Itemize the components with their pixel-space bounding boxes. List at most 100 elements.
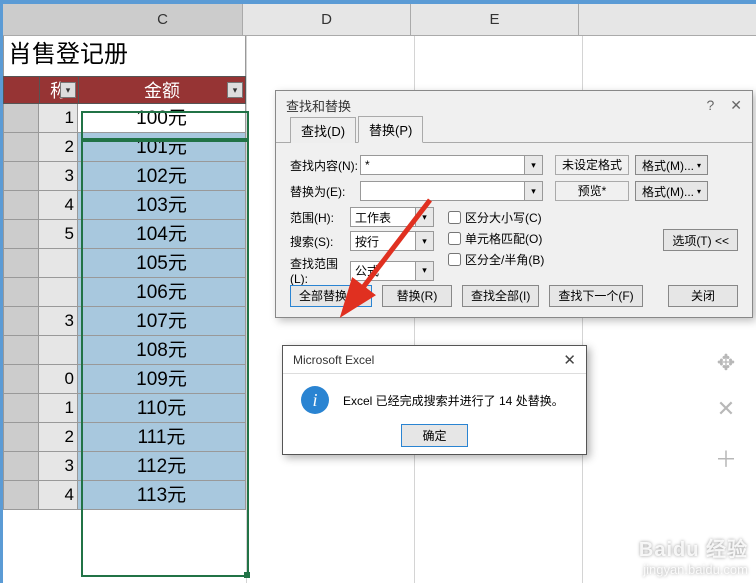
dialog-titlebar[interactable]: 查找和替换 ? ✕ bbox=[276, 91, 752, 119]
row-number[interactable] bbox=[3, 307, 39, 336]
ok-button[interactable]: 确定 bbox=[401, 424, 467, 447]
amount-cell[interactable]: 110元 bbox=[78, 394, 246, 423]
row-number[interactable] bbox=[3, 423, 39, 452]
msgbox-titlebar[interactable]: Microsoft Excel ✕ bbox=[283, 346, 586, 374]
row-number[interactable] bbox=[3, 336, 39, 365]
row-label-cell[interactable]: 2 bbox=[39, 423, 78, 452]
search-select[interactable] bbox=[350, 231, 416, 251]
dropdown-icon[interactable]: ▾ bbox=[416, 231, 434, 251]
table-row: 3107元 bbox=[3, 307, 246, 336]
row-label-cell[interactable]: 4 bbox=[39, 191, 78, 220]
replace-with-input[interactable] bbox=[360, 181, 525, 201]
amount-cell[interactable]: 107元 bbox=[78, 307, 246, 336]
amount-cell[interactable]: 113元 bbox=[78, 481, 246, 510]
amount-cell[interactable]: 105元 bbox=[78, 249, 246, 278]
close-icon[interactable]: ✕ bbox=[563, 351, 576, 369]
replace-button[interactable]: 替换(R) bbox=[382, 285, 452, 307]
tab-find[interactable]: 查找(D) bbox=[290, 117, 356, 143]
tab-replace[interactable]: 替换(P) bbox=[358, 116, 423, 143]
row-label-cell[interactable]: 5 bbox=[39, 220, 78, 249]
filter-icon[interactable]: ▾ bbox=[60, 82, 76, 98]
scope-select[interactable] bbox=[350, 207, 416, 227]
find-all-button[interactable]: 查找全部(I) bbox=[462, 285, 539, 307]
amount-cell[interactable]: 106元 bbox=[78, 278, 246, 307]
row-number[interactable] bbox=[3, 481, 39, 510]
close-button[interactable]: 关闭 bbox=[668, 285, 738, 307]
row-number[interactable] bbox=[3, 104, 39, 133]
dropdown-icon[interactable]: ▾ bbox=[525, 155, 543, 175]
checkbox-width[interactable]: 区分全/半角(B) bbox=[448, 251, 544, 268]
format-status-find: 未设定格式 bbox=[555, 155, 629, 175]
column-headers: C D E bbox=[3, 4, 756, 36]
row-number[interactable] bbox=[3, 220, 39, 249]
amount-cell[interactable]: 103元 bbox=[78, 191, 246, 220]
checkbox-whole-cell[interactable]: 单元格匹配(O) bbox=[448, 230, 544, 247]
label-search: 搜索(S): bbox=[290, 233, 350, 250]
find-next-button[interactable]: 查找下一个(F) bbox=[549, 285, 642, 307]
move-icon[interactable]: ✥ bbox=[714, 350, 738, 376]
row-number[interactable] bbox=[3, 452, 39, 481]
amount-cell[interactable]: 109元 bbox=[78, 365, 246, 394]
dropdown-icon[interactable]: ▾ bbox=[525, 181, 543, 201]
watermark: Baidu 经验 jingyan.baidu.com bbox=[639, 533, 748, 577]
row-label-cell[interactable]: 0 bbox=[39, 365, 78, 394]
label-lookin: 查找范围(L): bbox=[290, 255, 350, 286]
format-button-find[interactable]: 格式(M)...▾ bbox=[635, 155, 708, 175]
row-label-cell[interactable]: 2 bbox=[39, 133, 78, 162]
row-number[interactable] bbox=[3, 191, 39, 220]
row-label-cell[interactable] bbox=[39, 249, 78, 278]
dropdown-icon[interactable]: ▾ bbox=[416, 207, 434, 227]
table-row: 108元 bbox=[3, 336, 246, 365]
amount-cell[interactable]: 100元 bbox=[78, 104, 246, 133]
col-header-c[interactable]: C bbox=[3, 4, 243, 35]
row-label-cell[interactable]: 3 bbox=[39, 307, 78, 336]
dropdown-icon[interactable]: ▾ bbox=[416, 261, 434, 281]
row-number[interactable] bbox=[3, 394, 39, 423]
spreadsheet-content: 肖售登记册 称 ▾ 金额 ▾ 1100元2101元3102元4103元5104元… bbox=[3, 36, 246, 510]
table-row: 5104元 bbox=[3, 220, 246, 249]
replace-all-button[interactable]: 全部替换(A) bbox=[290, 285, 372, 307]
amount-cell[interactable]: 101元 bbox=[78, 133, 246, 162]
table-row: 2111元 bbox=[3, 423, 246, 452]
filter-icon[interactable]: ▾ bbox=[227, 82, 243, 98]
col-header-d[interactable]: D bbox=[243, 4, 411, 35]
row-number[interactable] bbox=[3, 365, 39, 394]
row-number[interactable] bbox=[3, 249, 39, 278]
msgbox-message: Excel 已经完成搜索并进行了 14 处替换。 bbox=[343, 392, 564, 409]
row-header-blank[interactable] bbox=[3, 76, 39, 104]
row-label-cell[interactable] bbox=[39, 336, 78, 365]
row-label-cell[interactable]: 3 bbox=[39, 452, 78, 481]
row-label-cell[interactable]: 1 bbox=[39, 104, 78, 133]
amount-cell[interactable]: 111元 bbox=[78, 423, 246, 452]
amount-cell[interactable]: 102元 bbox=[78, 162, 246, 191]
table-row: 4103元 bbox=[3, 191, 246, 220]
amount-cell[interactable]: 112元 bbox=[78, 452, 246, 481]
x-icon[interactable]: ✕ bbox=[714, 396, 738, 422]
plus-icon[interactable]: ＋ bbox=[714, 442, 738, 474]
find-what-input[interactable] bbox=[360, 155, 525, 175]
row-number[interactable] bbox=[3, 133, 39, 162]
col-header-e[interactable]: E bbox=[411, 4, 579, 35]
format-button-replace[interactable]: 格式(M)...▾ bbox=[635, 181, 708, 201]
find-replace-dialog: 查找和替换 ? ✕ 查找(D) 替换(P) 查找内容(N): ▾ 未设定格式 格… bbox=[275, 90, 753, 318]
amount-cell[interactable]: 108元 bbox=[78, 336, 246, 365]
lookin-select[interactable] bbox=[350, 261, 416, 281]
message-box: Microsoft Excel ✕ i Excel 已经完成搜索并进行了 14 … bbox=[282, 345, 587, 455]
table-row: 3102元 bbox=[3, 162, 246, 191]
row-label-cell[interactable]: 3 bbox=[39, 162, 78, 191]
table-row: 2101元 bbox=[3, 133, 246, 162]
row-label-cell[interactable] bbox=[39, 278, 78, 307]
format-status-replace: 预览* bbox=[555, 181, 629, 201]
row-label-cell[interactable]: 1 bbox=[39, 394, 78, 423]
table-row: 4113元 bbox=[3, 481, 246, 510]
row-number[interactable] bbox=[3, 278, 39, 307]
row-label-cell[interactable]: 4 bbox=[39, 481, 78, 510]
checkbox-match-case[interactable]: 区分大小写(C) bbox=[448, 209, 544, 226]
row-number[interactable] bbox=[3, 162, 39, 191]
help-icon[interactable]: ? bbox=[706, 97, 714, 114]
options-button[interactable]: 选项(T) << bbox=[663, 229, 738, 251]
dialog-title-text: 查找和替换 bbox=[286, 96, 351, 115]
floating-toolbar: ✥ ✕ ＋ bbox=[714, 350, 738, 474]
amount-cell[interactable]: 104元 bbox=[78, 220, 246, 249]
close-icon[interactable]: ✕ bbox=[730, 97, 742, 114]
